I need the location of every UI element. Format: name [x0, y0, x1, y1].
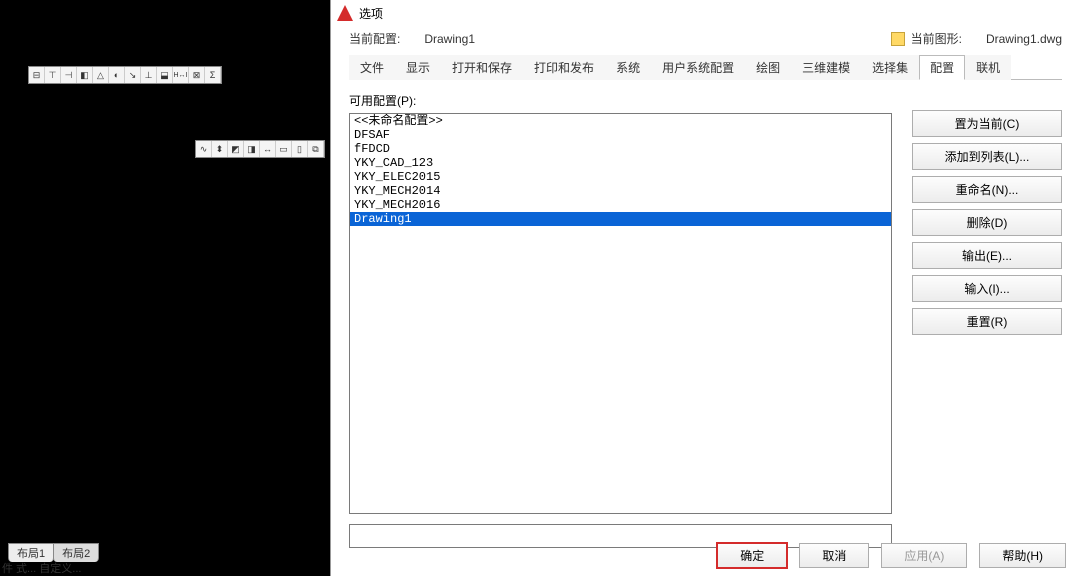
- tool-icon[interactable]: ∿: [196, 141, 212, 157]
- tool-icon[interactable]: Σ: [205, 67, 221, 83]
- tool-icon[interactable]: ▯: [292, 141, 308, 157]
- status-bar: 件 式... 自定义...: [2, 560, 81, 576]
- tool-icon[interactable]: ⧉: [308, 141, 324, 157]
- config-tab-content: 可用配置(P): <<未命名配置>>DFSAFfFDCDYKY_CAD_123Y…: [331, 80, 1080, 548]
- tool-icon[interactable]: ◩: [228, 141, 244, 157]
- config-left: 可用配置(P): <<未命名配置>>DFSAFfFDCDYKY_CAD_123Y…: [349, 92, 892, 548]
- profile-item[interactable]: Drawing1: [350, 212, 891, 226]
- available-profiles-label: 可用配置(P):: [349, 92, 892, 109]
- tool-icon[interactable]: ⬍: [212, 141, 228, 157]
- profile-item[interactable]: YKY_MECH2016: [350, 198, 891, 212]
- tool-icon[interactable]: ◧: [77, 67, 93, 83]
- export-button[interactable]: 输出(E)...: [912, 242, 1062, 269]
- dialog-titlebar: 选项: [331, 0, 1080, 26]
- config-buttons: 置为当前(C) 添加到列表(L)... 重命名(N)... 删除(D) 输出(E…: [912, 92, 1062, 548]
- tab-绘图[interactable]: 绘图: [745, 55, 791, 80]
- tool-icon[interactable]: ⊠: [189, 67, 205, 83]
- import-button[interactable]: 输入(I)...: [912, 275, 1062, 302]
- tool-icon[interactable]: H↔I: [173, 67, 189, 83]
- drawing-icon: [891, 32, 905, 46]
- current-drawing-value: Drawing1.dwg: [986, 32, 1062, 46]
- help-button[interactable]: 帮助(H): [979, 543, 1066, 568]
- dialog-tabs: 文件显示打开和保存打印和发布系统用户系统配置绘图三维建模选择集配置联机: [331, 55, 1080, 80]
- tab-用户系统配置[interactable]: 用户系统配置: [651, 55, 745, 80]
- set-current-button[interactable]: 置为当前(C): [912, 110, 1062, 137]
- tab-联机[interactable]: 联机: [965, 55, 1011, 80]
- ok-button[interactable]: 确定: [717, 543, 787, 568]
- tool-icon[interactable]: ↔: [260, 141, 276, 157]
- toolbar-dim[interactable]: ⊟ ⊤ ⊣ ◧ △ ◐ ↘ ⊥ ⬓ H↔I ⊠ Σ: [28, 66, 222, 84]
- profile-item[interactable]: YKY_MECH2014: [350, 184, 891, 198]
- profile-item[interactable]: <<未命名配置>>: [350, 114, 891, 128]
- delete-button[interactable]: 删除(D): [912, 209, 1062, 236]
- tab-选择集[interactable]: 选择集: [861, 55, 919, 80]
- current-profile-label: 当前配置:: [349, 30, 400, 47]
- cancel-button[interactable]: 取消: [799, 543, 869, 568]
- tool-icon[interactable]: ↘: [125, 67, 141, 83]
- cad-workspace: ⊟ ⊤ ⊣ ◧ △ ◐ ↘ ⊥ ⬓ H↔I ⊠ Σ ∿ ⬍ ◩ ◨ ↔ ▭ ▯ …: [0, 0, 330, 576]
- dialog-header: 当前配置: Drawing1 当前图形: Drawing1.dwg: [331, 26, 1080, 55]
- tab-显示[interactable]: 显示: [395, 55, 441, 80]
- current-drawing-label: 当前图形:: [911, 30, 962, 47]
- profile-item[interactable]: DFSAF: [350, 128, 891, 142]
- tool-icon[interactable]: ⊤: [45, 67, 61, 83]
- toolbar-edit[interactable]: ∿ ⬍ ◩ ◨ ↔ ▭ ▯ ⧉: [195, 140, 325, 158]
- profile-item[interactable]: YKY_CAD_123: [350, 156, 891, 170]
- apply-button[interactable]: 应用(A): [881, 543, 967, 568]
- rename-button[interactable]: 重命名(N)...: [912, 176, 1062, 203]
- tool-icon[interactable]: ◐: [109, 67, 125, 83]
- tab-打开和保存[interactable]: 打开和保存: [441, 55, 523, 80]
- tool-icon[interactable]: ⊣: [61, 67, 77, 83]
- profile-item[interactable]: fFDCD: [350, 142, 891, 156]
- tab-系统[interactable]: 系统: [605, 55, 651, 80]
- tool-icon[interactable]: ▭: [276, 141, 292, 157]
- tool-icon[interactable]: ⬓: [157, 67, 173, 83]
- tab-配置[interactable]: 配置: [919, 55, 965, 80]
- tab-三维建模[interactable]: 三维建模: [791, 55, 861, 80]
- options-dialog: 选项 当前配置: Drawing1 当前图形: Drawing1.dwg 文件显…: [330, 0, 1080, 576]
- add-to-list-button[interactable]: 添加到列表(L)...: [912, 143, 1062, 170]
- tool-icon[interactable]: ⊥: [141, 67, 157, 83]
- tab-文件[interactable]: 文件: [349, 55, 395, 80]
- profile-item[interactable]: YKY_ELEC2015: [350, 170, 891, 184]
- tool-icon[interactable]: △: [93, 67, 109, 83]
- current-profile-value: Drawing1: [424, 32, 475, 46]
- tool-icon[interactable]: ◨: [244, 141, 260, 157]
- tool-icon[interactable]: ⊟: [29, 67, 45, 83]
- autocad-icon: [337, 5, 353, 21]
- reset-button[interactable]: 重置(R): [912, 308, 1062, 335]
- profile-listbox[interactable]: <<未命名配置>>DFSAFfFDCDYKY_CAD_123YKY_ELEC20…: [349, 113, 892, 514]
- dialog-title: 选项: [359, 5, 383, 22]
- tab-打印和发布[interactable]: 打印和发布: [523, 55, 605, 80]
- dialog-footer: 确定 取消 应用(A) 帮助(H): [717, 543, 1066, 568]
